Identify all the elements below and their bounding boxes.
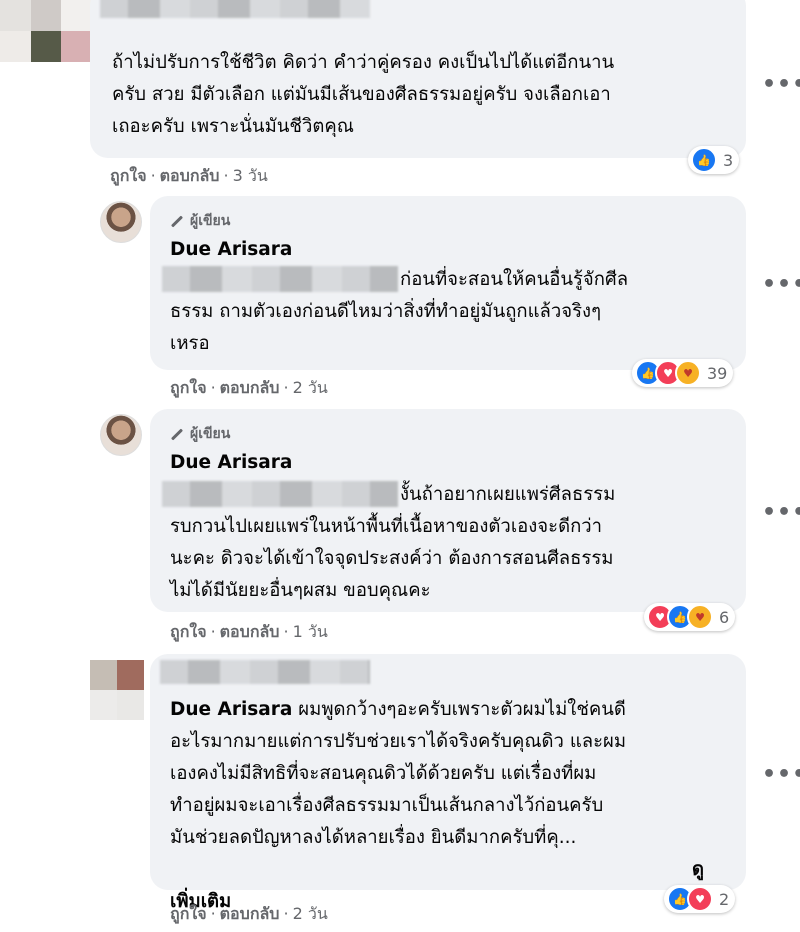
avatar[interactable] — [0, 0, 92, 62]
comment-text: งั้นถ้าอยากเผยแพร่ศีลธรรม รบกวนไปเผยแพร่… — [170, 484, 616, 601]
reaction-summary[interactable]: ♥ 👍 ♥ 6 — [644, 603, 736, 631]
author-badge: ผู้เขียน — [170, 210, 230, 232]
see-more-link[interactable]: ดู เพิ่มเติม — [170, 854, 730, 912]
more-options-icon[interactable]: ••• — [762, 72, 800, 97]
comment-text: Due Arisara ผมพูดกว้างๆอะครับเพราะตัวผมไ… — [170, 694, 730, 912]
avatar[interactable] — [100, 414, 142, 456]
comment-actions: ถูกใจ · ตอบกลับ · 1 วัน — [170, 622, 328, 641]
comment-bubble: Due Arisara ผมพูดกว้างๆอะครับเพราะตัวผมไ… — [150, 654, 746, 912]
reply-button[interactable]: ตอบกลับ — [220, 622, 280, 641]
blurred-author-name — [100, 0, 370, 18]
timestamp[interactable]: 1 วัน — [293, 622, 328, 641]
pen-icon — [170, 427, 184, 441]
comment-actions: ถูกใจ · ตอบกลับ · 3 วัน — [110, 166, 268, 185]
comment-actions: ถูกใจ · ตอบกลับ · 2 วัน — [170, 904, 328, 923]
comment-text: ถ้าไม่ปรับการใช้ชีวิต คิดว่า คำว่าคู่ครอ… — [112, 52, 615, 137]
more-options-icon[interactable]: ••• — [762, 272, 800, 297]
timestamp[interactable]: 3 วัน — [233, 166, 268, 185]
author-name[interactable]: Due Arisara — [170, 234, 292, 266]
care-icon: ♥ — [675, 360, 701, 386]
author-name[interactable]: Due Arisara — [170, 447, 292, 479]
more-options-icon[interactable]: ••• — [762, 500, 800, 525]
timestamp[interactable]: 2 วัน — [293, 378, 328, 397]
reply-button[interactable]: ตอบกลับ — [160, 166, 220, 185]
comment-bubble: ถ้าไม่ปรับการใช้ชีวิต คิดว่า คำว่าคู่ครอ… — [90, 0, 746, 158]
like-icon: 👍 — [691, 147, 717, 173]
blurred-author-name — [160, 660, 370, 684]
avatar[interactable] — [100, 201, 142, 243]
author-badge: ผู้เขียน — [170, 423, 230, 445]
comment-actions: ถูกใจ · ตอบกลับ · 2 วัน — [170, 378, 328, 397]
timestamp[interactable]: 2 วัน — [293, 904, 328, 923]
like-button[interactable]: ถูกใจ — [170, 904, 207, 923]
more-options-icon[interactable]: ••• — [762, 762, 800, 787]
like-button[interactable]: ถูกใจ — [110, 166, 147, 185]
love-icon: ♥ — [687, 886, 713, 912]
reply-button[interactable]: ตอบกลับ — [220, 378, 280, 397]
mention-link[interactable]: Due Arisara — [170, 699, 292, 720]
care-icon: ♥ — [687, 604, 713, 630]
avatar[interactable] — [90, 660, 144, 720]
reaction-summary[interactable]: 👍 3 — [688, 146, 740, 174]
reaction-summary[interactable]: 👍 ♥ 2 — [664, 885, 736, 913]
like-button[interactable]: ถูกใจ — [170, 622, 207, 641]
reply-button[interactable]: ตอบกลับ — [220, 904, 280, 923]
reaction-summary[interactable]: 👍 ♥ ♥ 39 — [632, 359, 734, 387]
comment-text: ก่อนที่จะสอนให้คนอื่นรู้จักศีล ธรรม ถามต… — [170, 269, 629, 354]
comment-bubble: ผู้เขียน Due Arisara ก่อนที่จะสอนให้คนอื… — [150, 196, 746, 370]
like-button[interactable]: ถูกใจ — [170, 378, 207, 397]
pen-icon — [170, 214, 184, 228]
comment-bubble: ผู้เขียน Due Arisara งั้นถ้าอยากเผยแพร่ศ… — [150, 409, 746, 612]
